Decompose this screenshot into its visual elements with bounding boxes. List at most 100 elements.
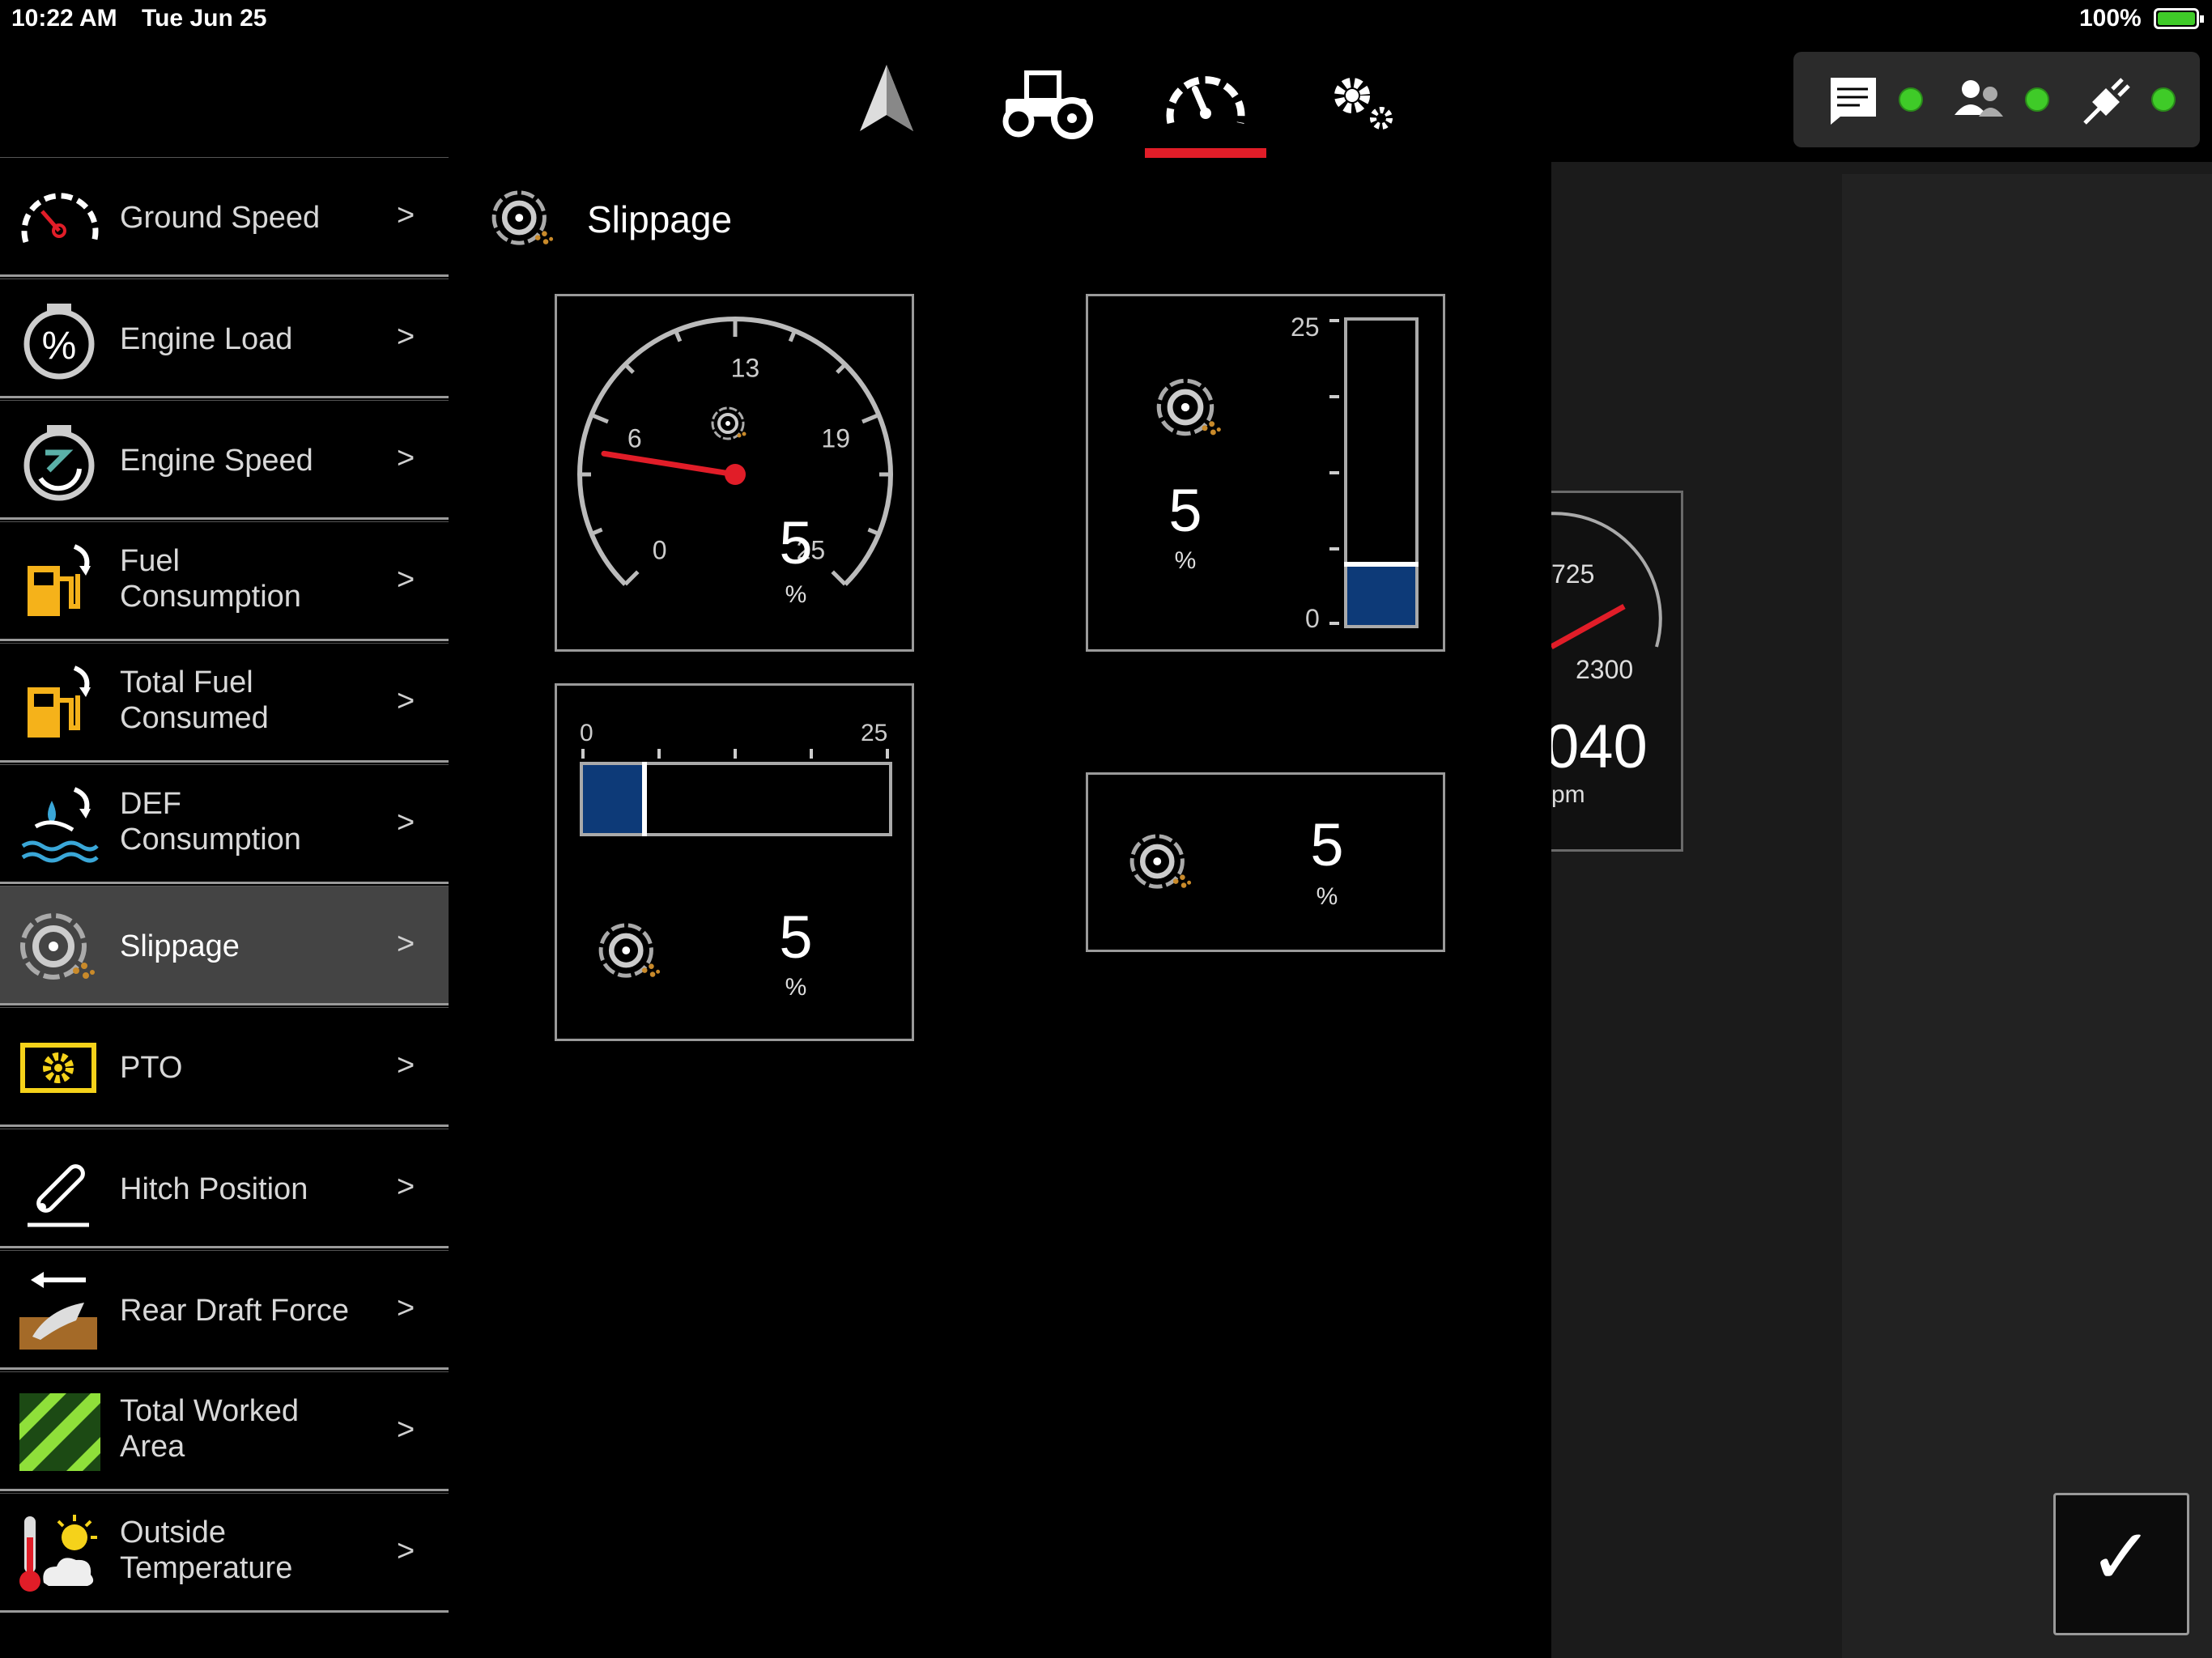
confirm-button[interactable]: ✓ <box>2053 1493 2189 1635</box>
dial-tick <box>861 413 880 424</box>
fuel-pump-icon <box>28 544 91 616</box>
hbar-min-label: 0 <box>580 720 593 746</box>
battery-percent: 100% <box>2079 5 2142 32</box>
dial-gauge-widget[interactable]: 0 6 13 19 25 5 % <box>555 294 914 652</box>
sidebar-item-label: Area <box>120 1430 185 1464</box>
sidebar-item-label: Engine Speed <box>120 444 313 478</box>
chevron-right-icon: > <box>397 1048 415 1082</box>
slippage-wheel-icon <box>1156 378 1221 436</box>
dial-tick-label: 13 <box>731 354 760 383</box>
checkmark-icon: ✓ <box>2088 1514 2155 1601</box>
sidebar-item-hitch-position[interactable]: Hitch Position > <box>0 1129 449 1248</box>
dial-unit: % <box>785 581 807 608</box>
numeric-unit: % <box>1316 883 1338 910</box>
status-date: Tue Jun 25 <box>142 5 267 32</box>
hbar-unit: % <box>785 974 807 1001</box>
vbar-unit: % <box>1174 547 1197 574</box>
hbar-max-label: 25 <box>861 720 888 746</box>
tab-performance[interactable] <box>1153 57 1258 146</box>
slippage-wheel-icon <box>491 190 554 245</box>
dial-tick-label: 19 <box>821 423 850 453</box>
connection-status-panel[interactable] <box>1793 52 2200 147</box>
hbar-track <box>580 762 892 836</box>
speedometer-icon <box>1166 76 1245 124</box>
vbar-scale <box>1329 317 1339 625</box>
users-status-dot <box>2025 87 2049 112</box>
vertical-bar-widget[interactable]: 5 % 25 0 <box>1086 294 1445 652</box>
slippage-wheel-icon <box>598 923 661 978</box>
dial-tick <box>867 527 880 536</box>
tractor-icon <box>1002 70 1093 139</box>
dial-tick-label: 0 <box>653 535 667 564</box>
slippage-wheel-icon <box>711 406 747 440</box>
dial-tick <box>836 363 847 374</box>
chevron-right-icon: > <box>397 563 415 597</box>
vbar-max-label: 25 <box>1291 312 1320 342</box>
dial-tick <box>788 329 797 342</box>
sidebar-item-rear-draft-force[interactable]: Rear Draft Force > <box>0 1250 449 1370</box>
sidebar-item-ground-speed[interactable]: Ground Speed > <box>0 157 449 277</box>
slippage-wheel-icon <box>20 913 95 980</box>
sidebar-item-label: Outside <box>120 1516 226 1550</box>
sidebar-item-total-fuel-consumed[interactable]: Total Fuel Consumed > <box>0 643 449 763</box>
horizontal-bar-widget[interactable]: 0 25 5 % <box>555 683 914 1041</box>
page-title: Slippage <box>587 198 733 240</box>
dial-tick <box>674 329 683 342</box>
sidebar-item-label: Fuel <box>120 544 180 578</box>
sidebar-item-engine-speed[interactable]: Engine Speed > <box>0 400 449 520</box>
users-icon <box>1955 80 2003 117</box>
dial-tick-label: 6 <box>627 423 642 453</box>
chevron-right-icon: > <box>397 1291 415 1325</box>
dial-hub <box>725 464 746 485</box>
sidebar-item-label: Consumption <box>120 580 301 614</box>
tab-navigation[interactable] <box>834 57 939 146</box>
peek-value: 040 <box>1551 712 1648 781</box>
hbar-marker <box>641 762 647 836</box>
sidebar-item-label: Slippage <box>120 929 240 963</box>
sidebar-item-label: Temperature <box>120 1551 293 1585</box>
vbar-track <box>1344 317 1419 628</box>
numeric-widget[interactable]: 5 % <box>1086 772 1445 952</box>
message-status-dot <box>1899 87 1923 112</box>
chevron-right-icon: > <box>397 320 415 354</box>
ground-speed-icon <box>21 193 99 244</box>
sidebar-item-label: Total Worked <box>120 1394 300 1428</box>
hbar-scale <box>580 749 891 759</box>
engine-speed-icon <box>23 425 95 501</box>
chevron-right-icon: > <box>397 927 415 961</box>
vbar-marker <box>1344 561 1419 567</box>
dial-value: 5 <box>779 509 813 576</box>
dial-gauge: 0 6 13 19 25 <box>577 317 893 586</box>
hbar-value: 5 <box>779 903 813 971</box>
sidebar-item-label: Total Fuel <box>120 665 253 699</box>
sidebar-item-label: DEF <box>120 787 181 821</box>
sidebar-item-engine-load[interactable]: % Engine Load > <box>0 278 449 398</box>
worked-area-icon <box>19 1393 100 1471</box>
peek-unit: pm <box>1551 781 1585 808</box>
hbar-fill <box>583 765 644 833</box>
sidebar-item-fuel-consumption[interactable]: Fuel Consumption > <box>0 521 449 641</box>
sidebar-item-slippage[interactable]: Slippage > <box>0 886 449 1005</box>
chevron-right-icon: > <box>397 198 415 232</box>
dial-tick <box>623 570 640 586</box>
sidebar-item-pto[interactable]: PTO > <box>0 1007 449 1127</box>
sidebar-item-def-consumption[interactable]: DEF Consumption > <box>0 764 449 884</box>
hitch-icon <box>28 1164 89 1227</box>
navigation-arrow-icon <box>860 65 913 131</box>
sidebar-item-total-worked-area[interactable]: Total Worked Area > <box>0 1371 449 1491</box>
sidebar-item-outside-temperature[interactable]: Outside Temperature > <box>0 1493 449 1613</box>
chevron-right-icon: > <box>397 1413 415 1447</box>
sidebar-item-label: Consumption <box>120 823 301 857</box>
slippage-wheel-icon <box>1129 834 1192 889</box>
vbar-min-label: 0 <box>1305 604 1320 633</box>
svg-text:%: % <box>42 325 77 368</box>
chevron-right-icon: > <box>397 1534 415 1568</box>
tab-tractor[interactable] <box>994 57 1100 146</box>
active-tab-indicator <box>1145 148 1266 158</box>
tab-settings[interactable] <box>1312 57 1417 146</box>
sidebar-item-label: Ground Speed <box>120 201 321 235</box>
chevron-right-icon: > <box>397 684 415 718</box>
message-icon <box>1831 78 1876 125</box>
dial-tick <box>590 413 609 424</box>
dial-tick <box>623 363 635 374</box>
